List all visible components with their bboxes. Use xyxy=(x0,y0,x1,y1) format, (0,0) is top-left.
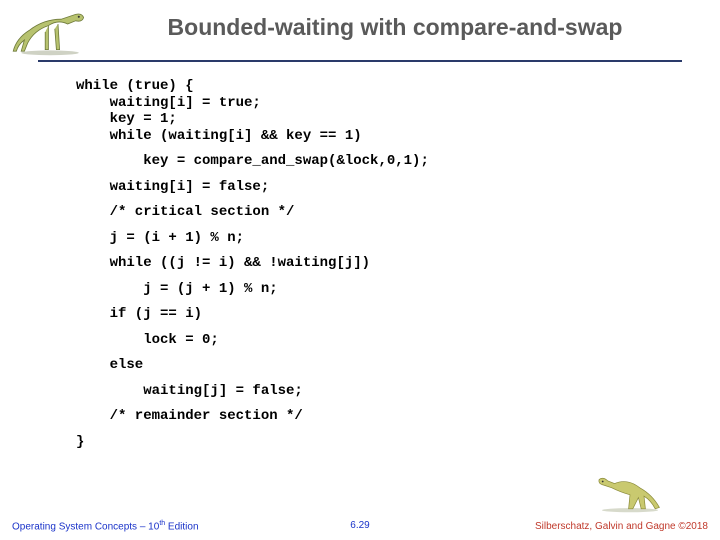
code-line: key = compare_and_swap(&lock,0,1); xyxy=(76,153,680,170)
slide-footer: Operating System Concepts – 10th Edition… xyxy=(0,520,720,532)
dinosaur-logo-icon xyxy=(10,8,90,56)
book-title: Operating System Concepts – 10 xyxy=(12,521,159,532)
code-line: j = (j + 1) % n; xyxy=(76,281,680,298)
code-line: waiting[i] = false; xyxy=(76,179,680,196)
code-line: else xyxy=(76,357,680,374)
copyright: Silberschatz, Galvin and Gagne ©2018 xyxy=(370,521,708,532)
code-line: /* critical section */ xyxy=(76,204,680,221)
code-block: while (true) { waiting[i] = true; key = … xyxy=(76,78,680,500)
code-line: j = (i + 1) % n; xyxy=(76,230,680,247)
title-underline xyxy=(38,60,682,62)
slide-title: Bounded-waiting with compare-and-swap xyxy=(90,8,710,41)
code-line: waiting[j] = false; xyxy=(76,383,680,400)
code-line: while (waiting[i] && key == 1) xyxy=(76,128,680,145)
dinosaur-footer-icon xyxy=(595,470,665,514)
code-line: waiting[i] = true; xyxy=(76,95,680,112)
code-line: while ((j != i) && !waiting[j]) xyxy=(76,255,680,272)
code-line: while (true) { xyxy=(76,78,680,95)
code-line: key = 1; xyxy=(76,111,680,128)
code-line: if (j == i) xyxy=(76,306,680,323)
edition-word: Edition xyxy=(165,521,198,532)
code-line: /* remainder section */ xyxy=(76,408,680,425)
code-line: lock = 0; xyxy=(76,332,680,349)
code-line: } xyxy=(76,434,680,451)
footer-left: Operating System Concepts – 10th Edition xyxy=(12,520,350,532)
slide-number: 6.29 xyxy=(350,520,369,532)
